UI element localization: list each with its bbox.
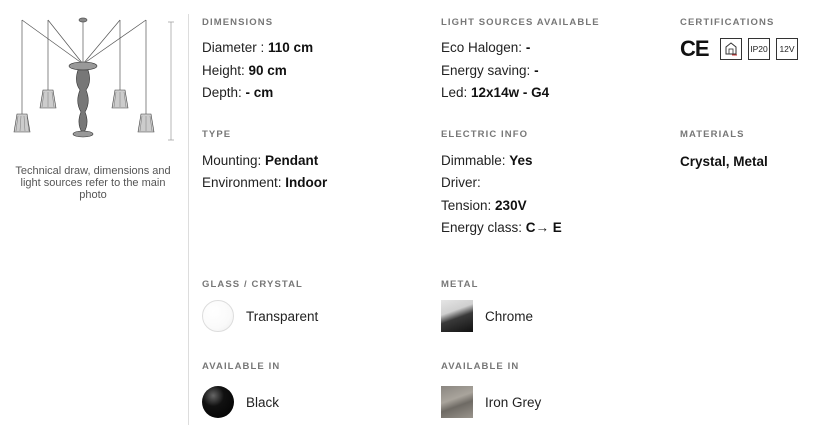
chrome-swatch[interactable] — [441, 300, 473, 332]
materials-value: Crystal, Metal — [680, 154, 768, 169]
depth-row: Depth: - cm — [202, 85, 273, 100]
technical-drawing-panel: Technical draw, dimensions and light sou… — [0, 0, 188, 425]
black-swatch[interactable] — [202, 386, 234, 418]
eco-halogen-value: - — [525, 40, 531, 55]
metal-title: METAL — [441, 279, 479, 290]
diameter-value: 110 cm — [268, 40, 314, 55]
energy-saving-label: Energy saving: — [441, 63, 535, 78]
glass-transparent-option[interactable]: Transparent — [202, 300, 318, 332]
energy-saving-value: - — [534, 63, 539, 78]
depth-label: Depth: — [202, 85, 246, 100]
environment-label: Environment: — [202, 175, 286, 190]
metal-iron-grey-option[interactable]: Iron Grey — [441, 386, 541, 418]
height-row: Height: 90 cm — [202, 63, 287, 78]
energy-saving-row: Energy saving: - — [441, 63, 539, 78]
chrome-label: Chrome — [485, 308, 534, 324]
ip20-badge: IP20 — [748, 38, 770, 60]
transparent-swatch[interactable] — [202, 300, 234, 332]
energy-class-value: C→ E — [525, 220, 562, 235]
dimensions-title: DIMENSIONS — [202, 17, 274, 28]
led-row: Led: 12x14w - G4 — [441, 85, 549, 100]
environment-value: Indoor — [285, 175, 328, 190]
certifications-title: CERTIFICATIONS — [680, 17, 775, 28]
vertical-divider — [188, 14, 189, 425]
diameter-row: Diameter : 110 cm — [202, 40, 313, 55]
tension-row: Tension: 230V — [441, 198, 527, 213]
transparent-label: Transparent — [246, 308, 319, 324]
eco-halogen-row: Eco Halogen: - — [441, 40, 530, 55]
height-value: 90 cm — [248, 63, 287, 78]
energy-class-label: Energy class: — [441, 220, 526, 235]
12v-badge: 12V — [776, 38, 798, 60]
available-in-glass-title: AVAILABLE IN — [202, 361, 281, 372]
depth-value: - cm — [245, 85, 274, 100]
driver-label: Driver: — [441, 175, 481, 190]
drawing-caption: Technical draw, dimensions and light sou… — [15, 165, 171, 201]
mounting-row: Mounting: Pendant — [202, 153, 318, 168]
dimmable-label: Dimmable: — [441, 153, 510, 168]
electric-info-title: ELECTRIC INFO — [441, 129, 529, 140]
energy-class-row: Energy class: C→ E — [441, 220, 562, 235]
height-label: Height: — [202, 63, 249, 78]
dimmable-value: Yes — [509, 153, 533, 168]
iron-grey-swatch[interactable] — [441, 386, 473, 418]
glass-black-option[interactable]: Black — [202, 386, 279, 418]
materials-row: Crystal, Metal — [680, 154, 768, 169]
certifications-badges: CE IP20 12V — [680, 36, 798, 62]
chandelier-technical-drawing — [13, 17, 174, 141]
class-ii-icon — [720, 38, 742, 60]
environment-row: Environment: Indoor — [202, 175, 327, 190]
glass-crystal-title: GLASS / CRYSTAL — [202, 279, 303, 290]
mounting-value: Pendant — [265, 153, 319, 168]
materials-title: MATERIALS — [680, 129, 745, 140]
ce-mark-icon: CE — [680, 36, 710, 61]
diameter-label: Diameter : — [202, 40, 269, 55]
eco-halogen-label: Eco Halogen: — [441, 40, 526, 55]
black-label: Black — [246, 394, 280, 410]
driver-row: Driver: — [441, 175, 481, 190]
metal-chrome-option[interactable]: Chrome — [441, 300, 533, 332]
available-in-metal-title: AVAILABLE IN — [441, 361, 520, 372]
dimmable-row: Dimmable: Yes — [441, 153, 533, 168]
iron-grey-label: Iron Grey — [485, 394, 542, 410]
light-sources-title: LIGHT SOURCES AVAILABLE — [441, 17, 600, 28]
tension-label: Tension: — [441, 198, 496, 213]
mounting-label: Mounting: — [202, 153, 266, 168]
led-label: Led: — [441, 85, 472, 100]
tension-value: 230V — [495, 198, 527, 213]
led-value: 12x14w - G4 — [471, 85, 550, 100]
type-title: TYPE — [202, 129, 232, 140]
